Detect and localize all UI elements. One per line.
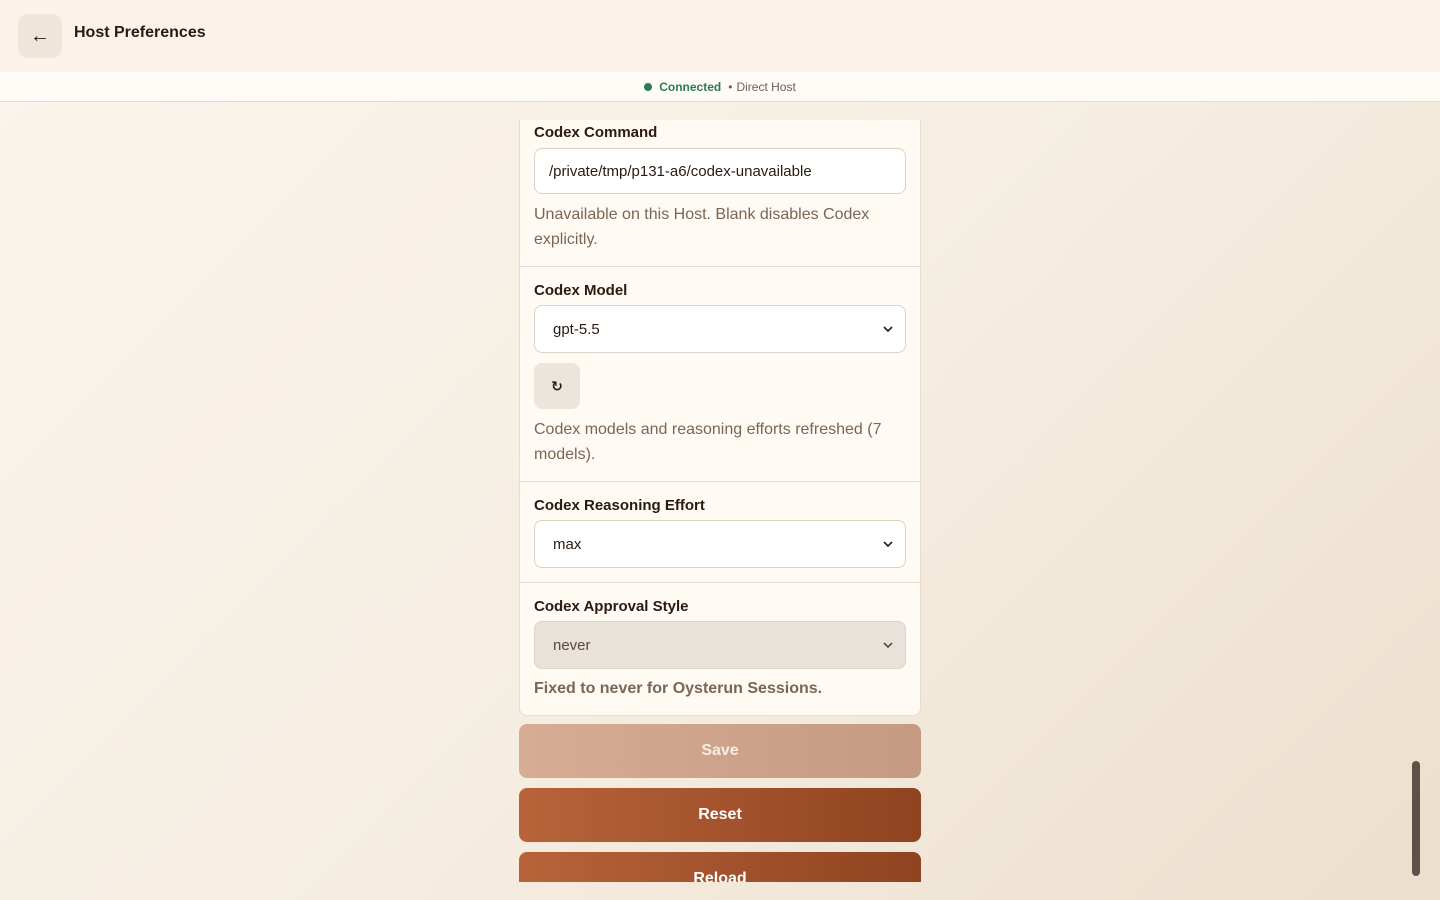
page-title: Host Preferences <box>74 24 206 41</box>
vertical-scrollbar[interactable] <box>1412 761 1420 876</box>
arrow-left-icon: ← <box>30 24 50 47</box>
codex-settings-card: Codex Command Unavailable on this Host. … <box>519 120 921 716</box>
codex-approval-select: never <box>534 621 906 669</box>
chevron-down-icon <box>883 326 893 333</box>
codex-command-help: Unavailable on this Host. Blank disables… <box>534 206 870 248</box>
save-button[interactable]: Save <box>519 724 921 778</box>
section-divider <box>520 481 920 482</box>
preferences-scroll-area[interactable]: Codex Command Unavailable on this Host. … <box>0 102 1440 882</box>
codex-approval-selected-value: never <box>553 636 591 654</box>
status-separator: • <box>728 79 733 94</box>
codex-reasoning-selected-value: max <box>553 535 582 553</box>
codex-model-help: Codex models and reasoning efforts refre… <box>534 421 882 463</box>
status-connected-label: Connected <box>659 79 722 94</box>
codex-reasoning-select[interactable]: max <box>534 520 906 568</box>
chevron-down-icon <box>883 642 893 649</box>
chevron-down-icon <box>883 541 893 548</box>
app-header: ← Host Preferences <box>0 0 1440 72</box>
section-divider <box>520 266 920 267</box>
status-host-label: Direct Host <box>736 79 796 94</box>
connection-status-bar: Connected • Direct Host <box>0 72 1440 102</box>
codex-reasoning-label: Codex Reasoning Effort <box>534 497 705 514</box>
codex-model-label: Codex Model <box>534 282 628 299</box>
back-button[interactable]: ← <box>18 14 62 58</box>
codex-approval-label: Codex Approval Style <box>534 598 689 615</box>
section-divider <box>520 582 920 583</box>
status-dot-icon <box>644 82 653 91</box>
reset-button[interactable]: Reset <box>519 788 921 842</box>
codex-approval-help: Fixed to never for Oysterun Sessions. <box>534 680 823 697</box>
codex-model-select[interactable]: gpt-5.5 <box>534 305 906 353</box>
refresh-models-button[interactable]: ↻ <box>534 363 580 409</box>
codex-command-input[interactable] <box>534 148 906 194</box>
refresh-icon: ↻ <box>551 377 563 394</box>
codex-command-label: Codex Command <box>534 124 658 141</box>
codex-model-selected-value: gpt-5.5 <box>553 320 600 338</box>
reload-button[interactable]: Reload <box>519 852 921 882</box>
